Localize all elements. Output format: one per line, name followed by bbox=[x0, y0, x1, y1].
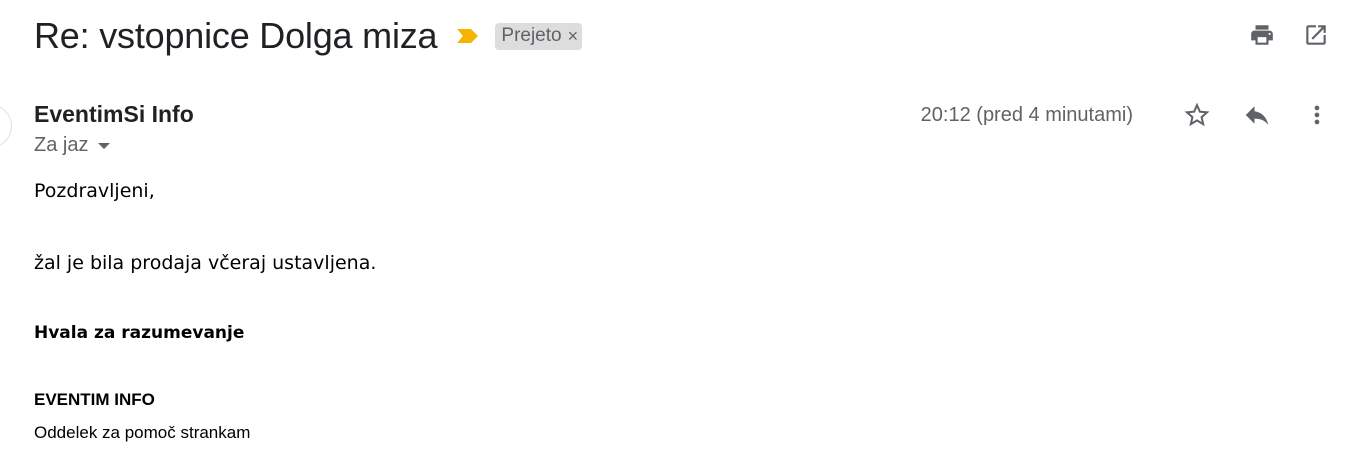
email-view: Re: vstopnice Dolga miza Prejeto × Event… bbox=[0, 0, 1345, 475]
label-remove-icon[interactable]: × bbox=[568, 27, 579, 45]
reply-icon[interactable] bbox=[1239, 98, 1275, 132]
label-chip-text: Prejeto bbox=[501, 25, 562, 46]
open-in-new-window-icon[interactable] bbox=[1301, 20, 1331, 50]
label-chip-inbox: Prejeto × bbox=[495, 22, 583, 50]
recipient-row[interactable]: Za jaz bbox=[34, 134, 111, 157]
chevron-down-icon[interactable] bbox=[98, 142, 111, 149]
email-subject: Re: vstopnice Dolga miza bbox=[34, 15, 438, 56]
message-timestamp: 20:12 (pred 4 minutami) bbox=[920, 103, 1133, 126]
sender-name: EventimSi Info bbox=[34, 101, 194, 127]
print-icon[interactable] bbox=[1247, 20, 1277, 50]
sender-avatar[interactable] bbox=[0, 104, 12, 148]
more-vert-icon[interactable] bbox=[1299, 98, 1335, 132]
body-thanks: Hvala za razumevanje bbox=[34, 323, 245, 343]
signature-department: Oddelek za pomoč strankam bbox=[34, 423, 251, 442]
recipient-label: Za jaz bbox=[34, 134, 89, 156]
thread-actions bbox=[1223, 20, 1331, 50]
body-greeting: Pozdravljeni, bbox=[34, 180, 155, 202]
subject-row: Re: vstopnice Dolga miza Prejeto × bbox=[34, 14, 583, 58]
star-icon[interactable] bbox=[1179, 98, 1215, 132]
importance-marker-icon[interactable] bbox=[455, 26, 481, 46]
signature-name: EVENTIM INFO bbox=[34, 390, 155, 409]
body-paragraph: žal je bila prodaja včeraj ustavljena. bbox=[34, 252, 377, 274]
message-meta: 20:12 (pred 4 minutami) bbox=[921, 98, 1335, 132]
